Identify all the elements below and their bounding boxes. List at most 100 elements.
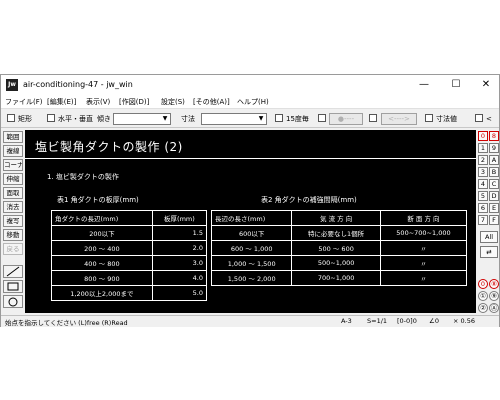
dimval-checkbox[interactable]: 寸法値 bbox=[425, 114, 457, 124]
dim15-checkbox[interactable]: 15度毎 bbox=[275, 114, 309, 124]
layer-group-c[interactable]: C bbox=[489, 179, 499, 189]
table-cell: 200以下 bbox=[51, 225, 153, 241]
point-button[interactable]: ●---- bbox=[329, 113, 363, 125]
checkbox-box[interactable] bbox=[275, 114, 283, 122]
table-cell: 3.0 bbox=[151, 255, 208, 271]
tool-offset[interactable]: 複線 bbox=[3, 145, 23, 157]
tool-range[interactable]: 範囲 bbox=[3, 131, 23, 143]
lt-checkbox[interactable]: < bbox=[475, 114, 492, 123]
all-layers-button[interactable]: All bbox=[480, 231, 498, 243]
angle-label: 傾き bbox=[97, 115, 111, 123]
layer-group-2[interactable]: 2 bbox=[478, 155, 488, 165]
tool-undo[interactable]: 戻る bbox=[3, 243, 23, 255]
layer-9-button[interactable]: ⑨ bbox=[489, 291, 499, 301]
tool-chamfer[interactable]: 面取 bbox=[3, 187, 23, 199]
layer-group-e[interactable]: E bbox=[489, 203, 499, 213]
layer-group-d[interactable]: D bbox=[489, 191, 499, 201]
layer-1-button[interactable]: ① bbox=[478, 291, 488, 301]
title-bar: Jw air-conditioning-47 - jw_win — ☐ ✕ bbox=[1, 75, 499, 95]
table-cell: 特に必要なし1個所 bbox=[291, 225, 381, 241]
angle-combo[interactable]: ▼ bbox=[113, 113, 171, 125]
table-row: 1,500 ～ 2,000 700~1,000 〃 bbox=[210, 270, 468, 286]
layer-group-6[interactable]: 6 bbox=[478, 203, 488, 213]
layer-0-button[interactable]: 0 bbox=[478, 279, 488, 289]
checkbox-box[interactable] bbox=[7, 114, 15, 122]
tool-corner[interactable]: コーナー bbox=[3, 159, 23, 171]
checkbox-box[interactable] bbox=[475, 114, 483, 122]
arrow-button[interactable]: <----> bbox=[381, 113, 417, 125]
close-button[interactable]: ✕ bbox=[471, 75, 500, 95]
table1: 角ダクトの長辺(mm) 板厚(mm) 200以下 1.5 200 ～ 400 2… bbox=[51, 210, 208, 301]
menu-settings[interactable]: 設定(S) bbox=[161, 97, 185, 107]
hv-label: 水平・垂直 bbox=[58, 115, 93, 123]
table-row: 800 ～ 900 4.0 bbox=[51, 270, 208, 286]
menu-other[interactable]: [その他(A)] bbox=[193, 97, 230, 107]
tool-extend[interactable]: 伸縮 bbox=[3, 173, 23, 185]
section-heading: 1. 塩ビ製ダクトの製作 bbox=[47, 173, 119, 181]
table-row: 600 ～ 1,000 500 ～ 600 〃 bbox=[210, 240, 468, 256]
dim-combo[interactable]: ▼ bbox=[201, 113, 267, 125]
circle-icon bbox=[8, 297, 18, 307]
table-row: 600以下 特に必要なし1個所 500~700~1,000 bbox=[210, 225, 468, 241]
chevron-down-icon[interactable]: ▼ bbox=[160, 114, 170, 124]
app-window: Jw air-conditioning-47 - jw_win — ☐ ✕ ファ… bbox=[0, 74, 500, 327]
tool-copy[interactable]: 複写 bbox=[3, 215, 23, 227]
menu-file[interactable]: ファイル(F) bbox=[5, 97, 43, 107]
layer-2-button[interactable]: ② bbox=[478, 303, 488, 313]
line-tool[interactable] bbox=[3, 265, 23, 278]
layer-group-3[interactable]: 3 bbox=[478, 167, 488, 177]
layer-group-1[interactable]: 1 bbox=[478, 143, 488, 153]
layer-group-b[interactable]: B bbox=[489, 167, 499, 177]
table-row: 1,000 ～ 1,500 500~1,000 〃 bbox=[210, 255, 468, 271]
layer-group-0[interactable]: 0 bbox=[478, 131, 488, 141]
menu-view[interactable]: 表示(V) bbox=[86, 97, 110, 107]
minimize-button[interactable]: — bbox=[409, 75, 439, 95]
maximize-button[interactable]: ☐ bbox=[441, 75, 471, 95]
layer-group-7[interactable]: 7 bbox=[478, 215, 488, 225]
layer-8-button[interactable]: ⑧ bbox=[489, 279, 499, 289]
paper-size[interactable]: A-3 bbox=[341, 317, 352, 325]
scale-indicator[interactable]: S=1/1 bbox=[367, 317, 387, 325]
layer-group-9[interactable]: 9 bbox=[489, 143, 499, 153]
menu-help[interactable]: ヘルプ(H) bbox=[237, 97, 269, 107]
layer-a-button[interactable]: Ⓐ bbox=[489, 303, 499, 313]
table-cell: 800 ～ 900 bbox=[51, 270, 153, 286]
status-message: 始点を指示してください (L)free (R)Read bbox=[5, 319, 128, 327]
layer-group-5[interactable]: 5 bbox=[478, 191, 488, 201]
btn1-checkbox[interactable] bbox=[318, 114, 329, 123]
table2: 長辺の長さ(mm) 気 流 方 向 断 面 方 向 600以下 特に必要なし1個… bbox=[210, 210, 468, 286]
checkbox-box[interactable] bbox=[47, 114, 55, 122]
hv-checkbox[interactable]: 水平・垂直 bbox=[47, 114, 93, 124]
rectangle-tool[interactable] bbox=[3, 280, 23, 293]
drawing-canvas[interactable]: 塩ビ製角ダクトの製作 (2) 1. 塩ビ製ダクトの製作 表1 角ダクトの板厚(m… bbox=[25, 130, 476, 313]
table-cell: 1,500 ～ 2,000 bbox=[210, 270, 293, 286]
layer-indicator[interactable]: [0-0]0 bbox=[397, 317, 417, 325]
menu-edit[interactable]: [編集(E)] bbox=[47, 97, 76, 107]
btn2-checkbox[interactable] bbox=[369, 114, 380, 123]
table-row: 200以下 1.5 bbox=[51, 225, 208, 241]
tool-move[interactable]: 移動 bbox=[3, 229, 23, 241]
table-cell: 600 ～ 1,000 bbox=[210, 240, 293, 256]
circle-tool[interactable] bbox=[3, 295, 23, 308]
table-cell: 5.0 bbox=[151, 285, 208, 301]
checkbox-box[interactable] bbox=[369, 114, 377, 122]
swap-icon[interactable]: ⇄ bbox=[480, 246, 498, 258]
layer-group-8[interactable]: 8 bbox=[489, 131, 499, 141]
table-cell: 1,200以上2,000まで bbox=[51, 285, 153, 301]
checkbox-box[interactable] bbox=[318, 114, 326, 122]
angle-indicator[interactable]: ∠0 bbox=[429, 317, 439, 325]
layer-group-a[interactable]: A bbox=[489, 155, 499, 165]
tool-erase[interactable]: 消去 bbox=[3, 201, 23, 213]
layer-group-f[interactable]: F bbox=[489, 215, 499, 225]
zoom-indicator[interactable]: × 0.56 bbox=[453, 317, 475, 325]
checkbox-box[interactable] bbox=[425, 114, 433, 122]
rect-checkbox[interactable]: 矩形 bbox=[7, 114, 32, 124]
table-cell: 600以下 bbox=[210, 225, 293, 241]
chevron-down-icon[interactable]: ▼ bbox=[256, 114, 266, 124]
table-cell: 500~1,000 bbox=[291, 255, 381, 271]
layer-group-4[interactable]: 4 bbox=[478, 179, 488, 189]
left-tool-palette: 範囲 複線 コーナー 伸縮 面取 消去 複写 移動 戻る bbox=[2, 129, 23, 314]
table-cell: 〃 bbox=[379, 255, 468, 271]
menu-draw[interactable]: [作図(D)] bbox=[119, 97, 149, 107]
table2-caption: 表2 角ダクトの補強間隔(mm) bbox=[261, 196, 357, 204]
